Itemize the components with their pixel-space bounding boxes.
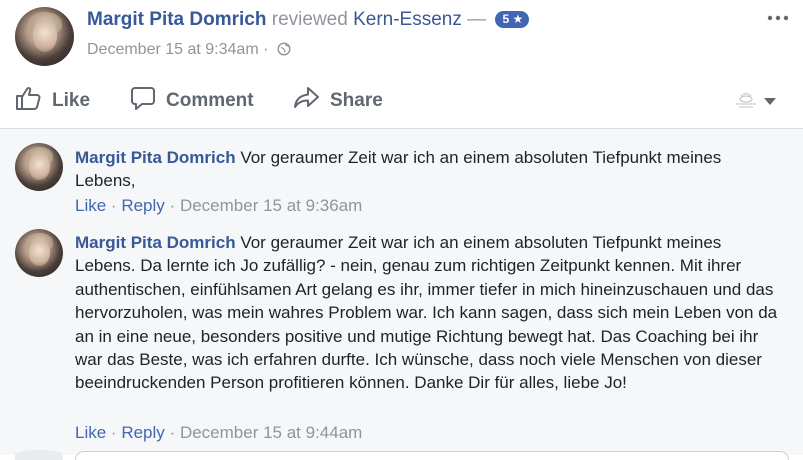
comment-timestamp[interactable]: December 15 at 9:44am: [180, 423, 362, 442]
review-verb: reviewed: [271, 9, 348, 30]
comment-reply-link[interactable]: Reply: [121, 423, 164, 442]
comment-text: Vor geraumer Zeit war ich an einem absol…: [75, 233, 778, 393]
author-name-link[interactable]: Margit Pita Domrich: [87, 9, 266, 30]
post-meta: December 15 at 9:34am ·: [87, 41, 291, 61]
rating-value: 5: [502, 12, 510, 26]
comment-body: Margit Pita Domrich Vor geraumer Zeit wa…: [75, 231, 785, 395]
comment-actions: Like · Reply · December 15 at 9:44am: [75, 423, 362, 443]
comment-author-link[interactable]: Margit Pita Domrich: [75, 148, 236, 167]
comment-dot: ·: [110, 423, 117, 442]
post-header: Margit Pita Domrich reviewed Kern-Essenz…: [0, 0, 803, 75]
more-options-icon[interactable]: [767, 10, 793, 30]
comment-avatar[interactable]: [15, 143, 63, 191]
author-avatar[interactable]: [15, 7, 74, 66]
comment-like-link[interactable]: Like: [75, 196, 106, 215]
rating-badge: 5 ★: [495, 11, 530, 28]
page-name-link[interactable]: Kern-Essenz: [353, 9, 462, 30]
share-arrow-icon: [293, 85, 330, 117]
post-headline: Margit Pita Domrich reviewed Kern-Essenz…: [87, 9, 530, 31]
post-actions-bar: Like Comment Share: [0, 76, 803, 126]
comment-actions: Like · Reply · December 15 at 9:36am: [75, 196, 362, 216]
share-label: Share: [330, 90, 383, 111]
meta-separator: ·: [263, 41, 269, 58]
comment-avatar[interactable]: [15, 229, 63, 277]
page-selector-dropdown[interactable]: [731, 90, 781, 112]
globe-icon[interactable]: [277, 42, 291, 61]
post-timestamp[interactable]: December 15 at 9:34am: [87, 41, 259, 58]
like-button[interactable]: Like: [14, 84, 90, 118]
comment-label: Comment: [166, 90, 254, 111]
comment-like-link[interactable]: Like: [75, 423, 106, 442]
star-icon: ★: [512, 12, 524, 26]
comment-timestamp[interactable]: December 15 at 9:36am: [180, 196, 362, 215]
like-label: Like: [52, 90, 91, 111]
headline-dash: —: [467, 9, 487, 30]
comment-dot: ·: [110, 196, 117, 215]
share-button[interactable]: Share: [293, 84, 383, 118]
comment-body: Margit Pita Domrich Vor geraumer Zeit wa…: [75, 146, 785, 193]
comment-button[interactable]: Comment: [130, 84, 254, 118]
comment-bubble-icon: [130, 85, 166, 117]
comment-reply-link[interactable]: Reply: [121, 196, 164, 215]
thumbs-up-icon: [14, 84, 52, 118]
comment-input-partial[interactable]: [75, 451, 789, 460]
comment-dot: ·: [169, 196, 176, 215]
comment-author-link[interactable]: Margit Pita Domrich: [75, 233, 236, 252]
next-avatar-partial: [15, 450, 63, 460]
comment-dot: ·: [169, 423, 176, 442]
